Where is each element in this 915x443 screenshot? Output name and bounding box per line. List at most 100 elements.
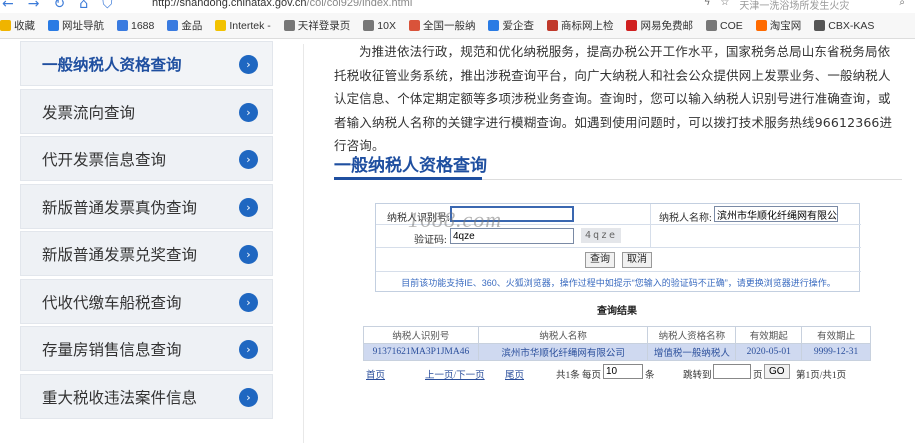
sidebar-item-label: 一般纳税人资格查询 [42,55,182,74]
last-page-link[interactable]: 尾页 [505,367,524,381]
divider [303,44,304,443]
chevron-right-icon[interactable]: › [239,150,258,169]
bookmark-item[interactable]: 全国一般纳 [408,18,475,33]
results-title: 查询结果 [597,306,637,317]
bookmark-label: 爱企查 [502,20,534,32]
chevron-right-icon[interactable]: › [239,340,258,359]
form-row-buttons: 查询 取消 [376,248,861,272]
chevron-right-icon[interactable]: › [239,103,258,122]
per-page-label: 每页 [582,371,602,381]
back-icon[interactable]: ← [2,0,14,12]
bookmark-label: 10X [377,19,396,32]
section-title: 一般纳税人资格查询 [334,156,487,176]
bookmark-item[interactable]: 网址导航 [48,18,104,33]
bookmark-item[interactable]: 10X [363,20,396,32]
section-line [482,179,902,180]
bookmark-item[interactable]: 天祥登录页 [283,18,350,33]
chevron-right-icon[interactable]: › [239,55,258,74]
chevron-right-icon[interactable]: › [239,388,258,407]
first-page-link[interactable]: 首页 [366,367,385,381]
per-page-input[interactable] [603,364,643,379]
bookmark-item[interactable]: 收藏 [0,18,35,33]
forward-icon[interactable]: → [28,0,40,12]
browser-notice: 目前该功能支持IE、360、火狐浏览器，操作过程中如提示“您输入的验证码不正确”… [401,278,836,288]
chevron-right-icon[interactable]: › [239,293,258,312]
sidebar-item[interactable]: 一般纳税人资格查询 › [20,41,273,86]
form-column-divider [650,204,651,248]
chevron-right-icon[interactable]: › [239,198,258,217]
section-underline [334,177,482,180]
bookmark-icon [0,20,11,31]
bookmark-label: 收藏 [14,20,35,32]
bookmark-icon [48,20,59,31]
bookmark-icon [363,20,375,31]
sidebar-item[interactable]: 新版普通发票兑奖查询 › [20,231,273,276]
sidebar-item-label: 存量房销售信息查询 [42,340,182,359]
go-button[interactable]: GO [764,364,790,379]
column-header: 纳税人识别号 [363,326,479,344]
bookmark-icon [626,20,638,31]
bookmark-label: CBX-KAS [828,19,875,32]
results-table: 纳税人识别号 纳税人名称 纳税人资格名称 有效期起 有效期止 91371621MA3P1… [363,326,871,361]
sidebar-item[interactable]: 发票流向查询 › [20,89,273,134]
table-cell: 9999-12-31 [801,343,871,361]
browser-search-input[interactable]: 天津一洗浴场所发生火灾 [739,0,889,12]
column-header: 纳税人资格名称 [647,326,737,344]
browser-right-tools: ϟ ☆ 天津一洗浴场所发生火灾 ⌕ [704,0,905,12]
sidebar-item[interactable]: 新版普通发票真伪查询 › [20,184,273,229]
taxpayer-name-input[interactable] [714,206,838,222]
captcha-image[interactable]: 4qze [581,228,621,243]
sidebar-item-label: 发票流向查询 [42,103,136,122]
table-cell: 91371621MA3P1JMA46 [363,343,479,361]
sidebar-item-label: 代开发票信息查询 [42,150,167,169]
bookmark-item[interactable]: Intertek - [215,19,271,32]
bookmark-icon [488,20,500,31]
bookmark-label: 网易免费邮 [640,20,693,32]
goto-label: 跳转到 [683,371,712,381]
query-button[interactable]: 查询 [585,252,615,268]
chevron-right-icon[interactable]: › [239,245,258,264]
bookmark-label: 商标网上检 [560,20,614,32]
bolt-icon[interactable]: ϟ [704,0,711,12]
taxpayer-name-label: 纳税人名称: [659,213,712,224]
home-icon[interactable]: ⌂ [79,0,88,12]
refresh-icon[interactable]: ↻ [53,0,65,12]
bookmark-label: 金品 [181,20,203,32]
sidebar-item[interactable]: 代开发票信息查询 › [20,136,273,181]
bookmark-item[interactable]: 网易免费邮 [626,18,693,33]
sidebar-item-label: 新版普通发票真伪查询 [42,198,198,217]
per-page-unit: 条 [645,371,655,381]
search-icon[interactable]: ⌕ [899,0,905,12]
sidebar-item[interactable]: 存量房销售信息查询 › [20,326,273,371]
page-status: 第1页/共1页 [796,371,847,381]
bookmark-item[interactable]: 爱企查 [488,18,534,33]
watermark-logo: 1688.com [408,207,503,232]
bookmark-icon [408,20,420,31]
bookmark-icon [755,20,767,31]
browser-toolbar: ← → ↻ ⌂ ⛉ http://shandong.chinatax.gov.c… [0,0,915,13]
table-row[interactable]: 91371621MA3P1JMA46 滨州市华顺化纤绳网有限公司 增值税一般纳税人 2… [363,343,871,361]
prev-next-link[interactable]: 上一页/下一页 [425,367,485,381]
bookmark-item[interactable]: CBX-KAS [814,20,874,32]
bookmark-item[interactable]: COE [705,20,743,32]
url-path: /col/col929/index.html [306,0,413,9]
bookmark-item[interactable]: 商标网上检 [546,18,614,33]
pager: 首页 上一页/下一页 尾页 共1条 每页 条 跳转到 页 GO 第1页/共1页 [366,364,866,381]
sidebar-item-label: 新版普通发票兑奖查询 [42,245,198,264]
cancel-button[interactable]: 取消 [622,252,652,268]
bookmark-item[interactable]: 淘宝网 [755,18,802,33]
column-header: 有效期止 [801,326,871,344]
bookmark-label: Intertek - [229,19,271,32]
star-icon[interactable]: ☆ [720,0,729,12]
goto-input[interactable] [713,364,751,379]
table-cell: 2020-05-01 [735,343,803,361]
sidebar-item[interactable]: 代收代缴车船税查询 › [20,279,273,324]
bookmark-icon [283,20,295,31]
bookmark-label: 淘宝网 [769,20,802,32]
bookmark-item[interactable]: 1688 [117,20,154,32]
bookmark-label: 网址导航 [62,20,104,32]
form-row-notice: 目前该功能支持IE、360、火狐浏览器，操作过程中如提示“您输入的验证码不正确”… [376,272,861,292]
sidebar-item[interactable]: 重大税收违法案件信息 › [20,374,273,419]
bookmark-item[interactable]: 金品 [167,18,202,33]
address-bar[interactable]: http://shandong.chinatax.gov.cn/col/col9… [152,0,412,9]
